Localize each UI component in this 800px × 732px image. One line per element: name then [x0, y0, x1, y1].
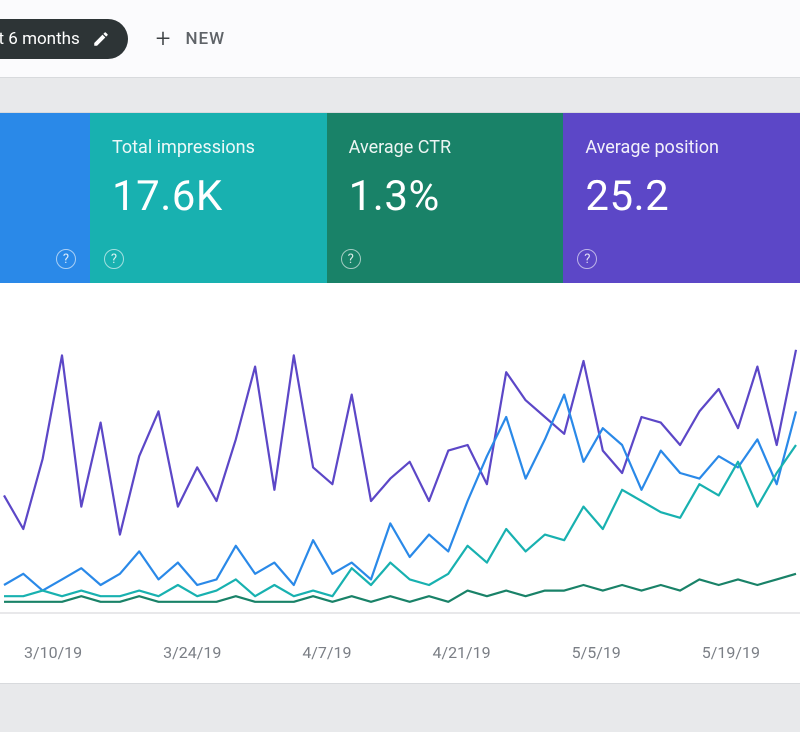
help-icon[interactable]: ?: [577, 249, 597, 269]
plus-icon: +: [156, 26, 172, 52]
chart-series-line: [4, 350, 796, 535]
performance-card: ? Total impressions 17.6K ? Average CTR …: [0, 112, 800, 684]
x-axis-tick: 5/19/19: [702, 643, 760, 662]
metric-tiles: ? Total impressions 17.6K ? Average CTR …: [0, 113, 800, 283]
metric-tile-ctr[interactable]: Average CTR 1.3% ?: [327, 113, 564, 283]
x-axis-tick: 5/5/19: [572, 643, 621, 662]
metric-tile-position[interactable]: Average position 25.2 ?: [563, 113, 800, 283]
new-filter-button[interactable]: + NEW: [156, 26, 225, 52]
metric-tile-clicks[interactable]: ?: [0, 113, 90, 283]
pencil-icon: [92, 30, 110, 48]
filter-toolbar: e: Last 6 months + NEW: [0, 0, 800, 78]
metric-label: Average position: [585, 137, 778, 158]
metric-label: Total impressions: [112, 137, 305, 158]
line-chart-svg: [0, 323, 800, 623]
metric-value: 1.3%: [349, 172, 542, 221]
x-axis-tick: 4/21/19: [432, 643, 490, 662]
chart-series-line: [4, 395, 796, 591]
new-filter-label: NEW: [185, 29, 225, 49]
help-icon[interactable]: ?: [104, 249, 124, 269]
chart-series-line: [4, 574, 796, 602]
x-axis-tick: 3/10/19: [24, 643, 82, 662]
metric-tile-impressions[interactable]: Total impressions 17.6K ?: [90, 113, 327, 283]
x-axis-tick: 3/24/19: [163, 643, 221, 662]
performance-chart: 3/10/193/24/194/7/194/21/195/5/195/19/19: [0, 283, 800, 643]
metric-value: 25.2: [585, 172, 778, 221]
metric-value: 17.6K: [112, 172, 305, 221]
date-range-label: e: Last 6 months: [0, 29, 80, 49]
chart-x-axis: 3/10/19 3/24/19 4/7/19 4/21/19 5/5/19 5/19/19: [0, 623, 800, 662]
metric-label: Average CTR: [349, 137, 542, 158]
help-icon[interactable]: ?: [56, 249, 76, 269]
date-range-chip[interactable]: e: Last 6 months: [0, 19, 128, 59]
help-icon[interactable]: ?: [341, 249, 361, 269]
x-axis-tick: 4/7/19: [302, 643, 351, 662]
